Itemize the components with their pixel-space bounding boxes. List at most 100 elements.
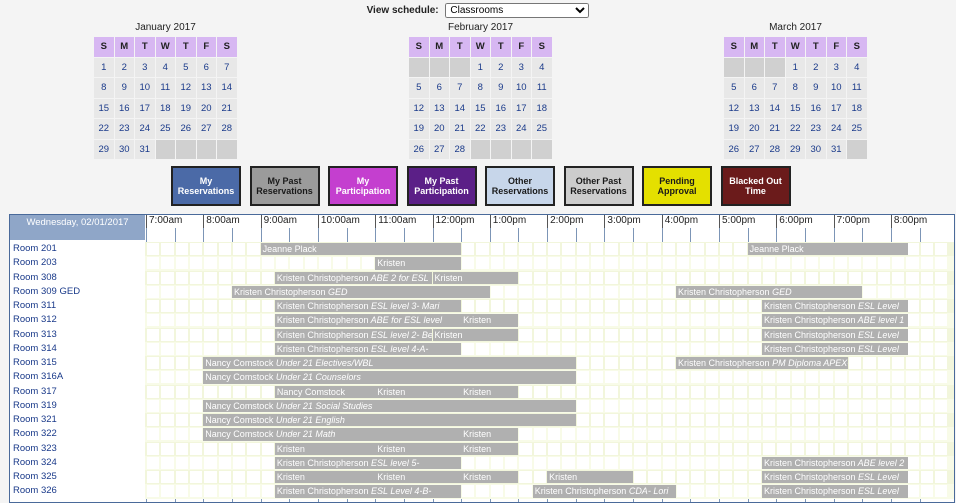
open-slot[interactable] [247,456,260,469]
calendar-day[interactable]: 27 [429,139,449,159]
reservation-block[interactable]: Jeanne Plack [747,243,909,256]
open-slot[interactable] [548,257,561,270]
open-slot[interactable] [662,357,675,369]
open-slot[interactable] [691,314,704,327]
open-slot[interactable] [720,485,733,498]
reservation-block[interactable]: Kristen Christopherson ABE level 1 [761,314,909,327]
reservation-block[interactable]: Nancy Comstock Under 21 Electives/WBL [203,357,576,370]
open-slot[interactable] [863,414,876,426]
open-slot[interactable] [218,257,231,270]
open-slot[interactable] [677,471,690,483]
open-slot[interactable] [519,271,532,284]
calendar-day[interactable]: 7 [765,78,785,98]
open-slot[interactable] [605,328,618,341]
open-slot[interactable] [591,314,604,327]
open-slot[interactable] [720,442,733,455]
open-slot[interactable] [533,285,547,298]
reservation-block[interactable]: Kristen Christopherson PM Diploma APEX- [676,357,848,370]
open-slot[interactable] [591,399,604,412]
open-slot[interactable] [147,456,160,469]
open-slot[interactable] [734,385,747,398]
calendar-day[interactable]: 20 [429,119,449,139]
open-slot[interactable] [748,442,761,455]
open-slot[interactable] [834,428,847,441]
calendar-day[interactable]: 26 [724,139,744,159]
calendar-day[interactable]: 5 [409,78,429,98]
open-slot[interactable] [189,385,203,398]
open-slot[interactable] [705,385,718,398]
open-slot[interactable] [934,471,948,483]
open-slot[interactable] [476,243,489,255]
open-slot[interactable] [805,385,819,398]
open-slot[interactable] [634,399,647,412]
open-slot[interactable] [175,471,188,483]
open-slot[interactable] [562,300,575,312]
open-slot[interactable] [805,399,819,412]
calendar-day[interactable]: 16 [806,98,826,118]
open-slot[interactable] [748,257,761,270]
open-slot[interactable] [748,314,761,327]
reservation-block[interactable]: Kristen Christopherson ESL level 4-A- [274,342,462,356]
open-slot[interactable] [147,357,160,369]
reservation-block[interactable]: Kristen [375,442,462,455]
open-slot[interactable] [734,428,747,441]
open-slot[interactable] [934,328,948,341]
open-slot[interactable] [505,285,518,298]
open-slot[interactable] [591,442,604,455]
open-slot[interactable] [662,285,675,298]
open-slot[interactable] [891,257,905,270]
reservation-block[interactable]: Nancy Comstock Under 21 Math [203,428,462,441]
calendar-day[interactable]: 22 [94,119,114,139]
open-slot[interactable] [218,456,231,469]
open-slot[interactable] [147,414,160,426]
open-slot[interactable] [648,385,661,398]
open-slot[interactable] [261,456,274,469]
open-slot[interactable] [634,357,647,369]
open-slot[interactable] [863,399,876,412]
open-slot[interactable] [748,428,761,441]
open-slot[interactable] [476,300,489,312]
open-slot[interactable] [605,300,618,312]
open-slot[interactable] [591,371,604,384]
calendar-day[interactable]: 13 [429,98,449,118]
calendar-day[interactable]: 23 [806,119,826,139]
open-slot[interactable] [548,385,561,398]
open-slot[interactable] [147,257,160,270]
open-slot[interactable] [261,257,274,270]
open-slot[interactable] [791,428,804,441]
open-slot[interactable] [705,328,718,341]
open-slot[interactable] [906,357,919,369]
open-slot[interactable] [691,328,704,341]
open-slot[interactable] [189,243,203,255]
open-slot[interactable] [505,485,518,498]
open-slot[interactable] [462,485,475,498]
open-slot[interactable] [863,285,876,298]
open-slot[interactable] [677,257,690,270]
open-slot[interactable] [576,428,590,441]
open-slot[interactable] [548,314,561,327]
open-slot[interactable] [734,328,747,341]
open-slot[interactable] [562,428,575,441]
calendar-day[interactable]: 27 [744,139,764,159]
open-slot[interactable] [934,342,948,355]
open-slot[interactable] [877,385,890,398]
calendar-day[interactable]: 9 [491,78,511,98]
open-slot[interactable] [805,414,819,426]
open-slot[interactable] [877,285,890,298]
open-slot[interactable] [189,328,203,341]
open-slot[interactable] [232,257,246,270]
open-slot[interactable] [275,257,289,270]
room-name[interactable]: Room 311 [10,299,145,314]
calendar-day[interactable]: 4 [847,57,867,77]
open-slot[interactable] [834,442,847,455]
open-slot[interactable] [147,328,160,341]
open-slot[interactable] [576,300,590,312]
open-slot[interactable] [734,485,747,498]
open-slot[interactable] [705,442,718,455]
calendar-day[interactable]: 16 [114,98,134,118]
calendar-day[interactable]: 9 [806,78,826,98]
open-slot[interactable] [705,414,718,426]
open-slot[interactable] [720,257,733,270]
open-slot[interactable] [734,456,747,469]
open-slot[interactable] [576,399,590,412]
